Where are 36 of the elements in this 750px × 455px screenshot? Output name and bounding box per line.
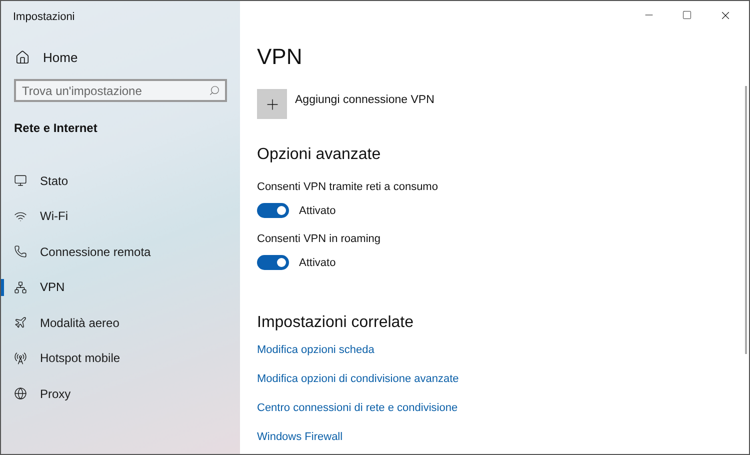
airplane-icon: [14, 316, 27, 330]
window-title: Impostazioni: [12, 10, 75, 25]
search-field[interactable]: Trova un'impostazione: [14, 79, 227, 102]
nav-item[interactable]: VPN: [1, 278, 65, 296]
toggle-label: Consenti VPN tramite reti a consumo: [257, 180, 438, 195]
settings-link[interactable]: Modifica opzioni scheda: [257, 342, 374, 358]
network-icon: [14, 280, 27, 294]
toggle-switch[interactable]: [257, 203, 289, 218]
toggle-state: Attivato: [299, 204, 336, 218]
toggle-state: Attivato: [299, 256, 336, 270]
toggle-label: Consenti VPN in roaming: [257, 232, 381, 247]
home-item[interactable]: Home: [1, 48, 78, 67]
search-icon: [209, 85, 220, 96]
nav-item[interactable]: Stato: [1, 172, 68, 190]
section-heading: Opzioni avanzate: [257, 145, 381, 165]
globe-icon: [14, 387, 27, 400]
settings-link[interactable]: Centro connessioni di rete e condivisione: [257, 400, 458, 416]
antenna-icon: [14, 352, 27, 365]
nav-item[interactable]: Proxy: [1, 384, 71, 403]
add-vpn-link[interactable]: Aggiungi connessione VPN: [295, 92, 434, 110]
toggle-switch[interactable]: [257, 255, 289, 270]
nav-item[interactable]: Wi-Fi: [1, 207, 68, 226]
settings-link[interactable]: Modifica opzioni di condivisione avanzate: [257, 371, 459, 387]
monitor-icon: [14, 174, 27, 188]
section-heading: Rete e Internet: [13, 120, 98, 137]
add-button[interactable]: [257, 89, 287, 119]
nav-item[interactable]: Connessione remota: [1, 242, 151, 261]
home-icon: [15, 50, 30, 65]
page-title: VPN: [257, 43, 302, 71]
section-heading: Impostazioni correlate: [257, 313, 414, 333]
maximize-icon[interactable]: [682, 10, 692, 20]
phone-icon: [14, 245, 27, 258]
nav-item[interactable]: Modalità aereo: [1, 314, 120, 332]
settings-link[interactable]: Windows Firewall: [257, 429, 343, 445]
nav-item[interactable]: Hotspot mobile: [1, 349, 120, 368]
scrollbar[interactable]: [745, 86, 747, 354]
